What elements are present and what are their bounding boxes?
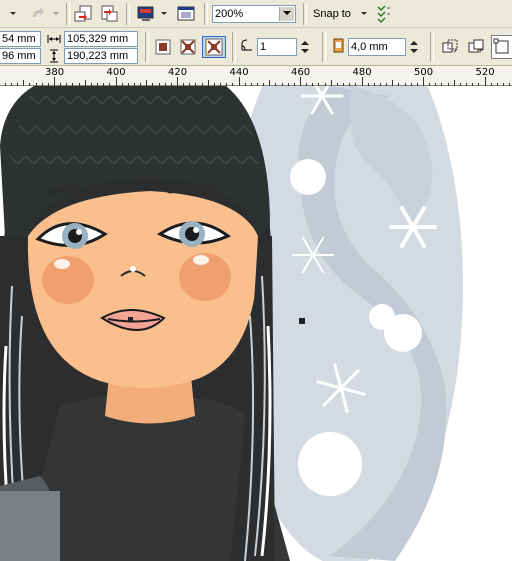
redo-icon[interactable] xyxy=(30,5,46,21)
nose-highlight xyxy=(130,266,136,272)
snap-to-options-icon[interactable] xyxy=(375,4,391,24)
snap-to-dropdown-icon[interactable] xyxy=(361,12,367,15)
right-eyebrow xyxy=(166,182,220,194)
zoom-dropdown-button[interactable] xyxy=(279,7,294,21)
import-icon[interactable] xyxy=(73,4,93,24)
application-launcher-dropdown-icon[interactable] xyxy=(161,12,167,15)
toolbar-separator xyxy=(204,3,208,25)
width-value: 105,329 mm xyxy=(67,33,129,45)
undo-dropdown-icon[interactable] xyxy=(10,12,16,15)
property-bar: 54 mm 96 mm 105,329 mm 190,223 mm 1 4,0 … xyxy=(0,28,512,66)
snowball xyxy=(298,432,362,496)
drawing-canvas[interactable] xyxy=(0,86,512,561)
ruler-label: 420 xyxy=(168,67,188,78)
toolbar-separator xyxy=(232,32,236,62)
ruler-label: 460 xyxy=(291,67,311,78)
front-minus-back-icon[interactable] xyxy=(153,37,173,57)
y-position-field[interactable]: 96 mm xyxy=(0,48,41,64)
nudge-distance-icon xyxy=(333,37,345,55)
to-back-of-page-icon[interactable] xyxy=(466,37,486,57)
rotation-angle-field[interactable]: 1 xyxy=(257,38,297,56)
full-screen-preview-icon[interactable] xyxy=(176,4,196,24)
ruler-label: 380 xyxy=(45,67,65,78)
standard-toolbar: 200% Snap to xyxy=(0,0,512,28)
snowball xyxy=(384,314,422,352)
to-front-of-page-icon[interactable] xyxy=(440,37,460,57)
width-icon xyxy=(47,33,61,45)
x-position-field[interactable]: 54 mm xyxy=(0,31,41,47)
toolbar-separator xyxy=(303,3,307,25)
redo-dropdown-icon[interactable] xyxy=(53,12,59,15)
application-launcher-icon[interactable] xyxy=(136,4,156,24)
toolbar-separator xyxy=(430,32,434,62)
height-icon xyxy=(49,49,59,63)
zoom-level-value: 200% xyxy=(215,8,244,20)
toolbar-separator xyxy=(322,32,326,62)
snowball xyxy=(290,159,326,195)
cheek-shine xyxy=(54,259,70,269)
ruler-label: 520 xyxy=(475,67,495,78)
girl-illustration[interactable] xyxy=(0,86,512,561)
ruler-label: 480 xyxy=(352,67,372,78)
rotation-icon xyxy=(240,38,254,52)
selection-center-marker xyxy=(299,318,305,324)
rotation-spinner[interactable] xyxy=(298,38,312,56)
horizontal-ruler[interactable]: 380 400 420 440 460 480 500 520 xyxy=(0,66,512,86)
nudge-distance-value: 4,0 mm xyxy=(351,41,388,53)
height-value: 190,223 mm xyxy=(67,50,129,62)
toolbar-separator xyxy=(145,32,149,62)
zoom-level-select[interactable]: 200% xyxy=(212,5,296,23)
intersect-icon[interactable] xyxy=(178,37,198,57)
weld-icon[interactable] xyxy=(202,36,226,58)
export-icon[interactable] xyxy=(99,4,119,24)
rotation-angle-value: 1 xyxy=(260,41,267,53)
toolbar-separator xyxy=(66,3,70,25)
height-field[interactable]: 190,223 mm xyxy=(64,48,138,64)
y-position-value: 96 mm xyxy=(2,50,36,62)
selection-center-marker xyxy=(128,317,133,322)
x-position-value: 54 mm xyxy=(2,33,36,45)
ruler-ticks xyxy=(5,77,510,86)
nudge-spinner[interactable] xyxy=(407,38,421,56)
snap-to-label[interactable]: Snap to xyxy=(313,8,351,20)
convert-to-curves-icon[interactable] xyxy=(491,35,512,59)
width-field[interactable]: 105,329 mm xyxy=(64,31,138,47)
ruler-label: 440 xyxy=(229,67,249,78)
ruler-label: 500 xyxy=(414,67,434,78)
ruler-label: 400 xyxy=(106,67,126,78)
cup xyxy=(0,491,60,561)
nudge-distance-field[interactable]: 4,0 mm xyxy=(348,38,406,56)
cheek-shine xyxy=(193,255,209,265)
toolbar-separator xyxy=(126,3,130,25)
